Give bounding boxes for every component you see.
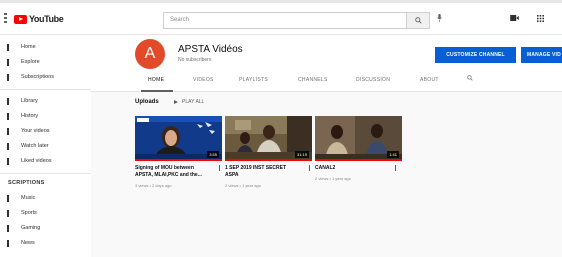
channel-search-icon[interactable] bbox=[467, 75, 473, 83]
sidebar-item-sports[interactable]: Sports bbox=[0, 206, 91, 220]
video-card[interactable]: 3:55 Signing of MOU between APSTA, MLAI,… bbox=[135, 116, 222, 188]
logo-wordmark: YouTube bbox=[29, 14, 64, 24]
youtube-play-icon bbox=[14, 14, 27, 24]
watch-progress-bar bbox=[135, 159, 222, 161]
sidebar-item-label: Home bbox=[21, 44, 36, 50]
more-options-icon[interactable] bbox=[219, 165, 221, 171]
sidebar-item-news[interactable]: News bbox=[0, 236, 91, 250]
sidebar-item-label: Library bbox=[21, 98, 38, 104]
tab-channels[interactable]: CHANNELS bbox=[298, 77, 328, 83]
sidebar-item-history[interactable]: History bbox=[0, 109, 91, 123]
apps-icon[interactable] bbox=[537, 15, 544, 24]
sidebar-item-label: Watch later bbox=[21, 143, 49, 149]
menu-icon[interactable] bbox=[4, 13, 7, 23]
sidebar-item-music[interactable]: Music bbox=[0, 191, 91, 205]
sidebar-item-watch-later[interactable]: Watch later bbox=[0, 139, 91, 153]
subscriptions-heading: SCRIPTIONS bbox=[8, 180, 45, 186]
tab-home[interactable]: HOME bbox=[148, 77, 164, 83]
gaming-icon bbox=[7, 224, 9, 232]
video-thumbnail[interactable]: 3:55 bbox=[135, 116, 222, 161]
liked-videos-icon bbox=[7, 157, 9, 165]
history-icon bbox=[7, 112, 9, 120]
video-title[interactable]: Signing of MOU between APSTA, MLAI,PKC a… bbox=[135, 165, 217, 179]
watch-later-icon bbox=[7, 142, 9, 150]
sidebar-item-explore[interactable]: Explore bbox=[0, 55, 91, 69]
library-icon bbox=[7, 97, 9, 105]
sidebar-item-label: Sports bbox=[21, 210, 37, 216]
tab-about[interactable]: ABOUT bbox=[420, 77, 439, 83]
channel-name: APSTA Vidéos bbox=[178, 44, 243, 55]
customize-channel-button[interactable]: CUSTOMIZE CHANNEL bbox=[435, 47, 516, 63]
video-duration: 3:55 bbox=[207, 151, 219, 158]
sidebar-item-label: Liked videos bbox=[21, 158, 52, 164]
sidebar: Home Explore Subscriptions Library Histo… bbox=[0, 35, 91, 257]
sports-icon bbox=[7, 209, 9, 217]
channel-avatar[interactable]: A bbox=[135, 39, 165, 69]
manage-videos-button[interactable]: MANAGE VID bbox=[521, 47, 562, 63]
sidebar-item-label: Music bbox=[21, 195, 36, 201]
home-icon bbox=[7, 43, 9, 51]
more-options-icon[interactable] bbox=[395, 165, 397, 171]
search-button[interactable] bbox=[406, 12, 430, 29]
video-title-line: APSTA, MLAI,PKC and the... bbox=[135, 172, 202, 178]
sidebar-item-label: Subscriptions bbox=[21, 74, 55, 80]
explore-icon bbox=[7, 58, 9, 66]
video-card[interactable]: 1:41 CANAL2 2 views • 1 year ago bbox=[315, 116, 402, 181]
video-thumbnail[interactable]: 1:41 bbox=[315, 116, 402, 161]
sidebar-item-label: News bbox=[21, 240, 35, 246]
sidebar-item-label: Explore bbox=[21, 59, 40, 65]
video-card[interactable]: 31:19 1 SEP 2019 INST SECRET ASPA 2 view… bbox=[225, 116, 312, 188]
tab-discussion[interactable]: DISCUSSION bbox=[356, 77, 390, 83]
sidebar-item-label: Your videos bbox=[21, 128, 50, 134]
music-icon bbox=[7, 194, 9, 202]
sidebar-item-your-videos[interactable]: Your videos bbox=[0, 124, 91, 138]
video-meta: 2 views • 1 year ago bbox=[315, 176, 351, 181]
video-thumbnail[interactable]: 31:19 bbox=[225, 116, 312, 161]
active-tab-indicator bbox=[141, 90, 173, 92]
sidebar-item-label: Gaming bbox=[21, 225, 41, 231]
youtube-logo[interactable]: YouTube bbox=[14, 14, 64, 24]
sidebar-item-liked-videos[interactable]: Liked videos bbox=[0, 154, 91, 168]
sidebar-item-gaming[interactable]: Gaming bbox=[0, 221, 91, 235]
uploads-title[interactable]: Uploads bbox=[135, 99, 159, 105]
sidebar-item-library[interactable]: Library bbox=[0, 94, 91, 108]
sidebar-divider bbox=[0, 89, 91, 90]
play-all-button[interactable]: PLAY ALL bbox=[174, 99, 204, 105]
video-title[interactable]: CANAL2 bbox=[315, 165, 397, 172]
video-meta: 3 views • 2 days ago bbox=[135, 183, 172, 188]
tab-videos[interactable]: VIDEOS bbox=[193, 77, 214, 83]
video-title[interactable]: 1 SEP 2019 INST SECRET ASPA bbox=[225, 165, 307, 179]
sidebar-item-label: History bbox=[21, 113, 39, 119]
video-title-line: ASPA bbox=[225, 172, 239, 178]
subscriber-count: No subscribers bbox=[178, 57, 212, 63]
watch-progress-bar bbox=[225, 159, 312, 161]
news-icon bbox=[7, 239, 9, 247]
search-icon bbox=[414, 17, 422, 24]
video-duration: 1:41 bbox=[387, 151, 399, 158]
create-video-icon[interactable] bbox=[510, 15, 519, 23]
subscriptions-icon bbox=[7, 73, 9, 81]
watch-progress-bar bbox=[315, 159, 402, 161]
play-all-label: PLAY ALL bbox=[182, 99, 205, 105]
video-title-line: CANAL2 bbox=[315, 165, 336, 171]
sidebar-item-home[interactable]: Home bbox=[0, 40, 91, 54]
tab-playlists[interactable]: PLAYLISTS bbox=[239, 77, 268, 83]
your-videos-icon bbox=[7, 127, 9, 135]
sidebar-divider bbox=[0, 173, 91, 174]
video-meta: 2 views • 1 year ago bbox=[225, 183, 261, 188]
more-options-icon[interactable] bbox=[309, 165, 311, 171]
microphone-icon[interactable] bbox=[437, 14, 442, 24]
top-bar: YouTube Search bbox=[0, 3, 562, 35]
video-title-line: 1 SEP 2019 INST SECRET bbox=[225, 165, 287, 171]
sidebar-item-subscriptions[interactable]: Subscriptions bbox=[0, 70, 91, 84]
play-icon bbox=[174, 100, 178, 104]
search-input[interactable]: Search bbox=[163, 12, 407, 29]
video-duration: 31:19 bbox=[294, 151, 309, 158]
video-title-line: Signing of MOU between bbox=[135, 165, 194, 171]
